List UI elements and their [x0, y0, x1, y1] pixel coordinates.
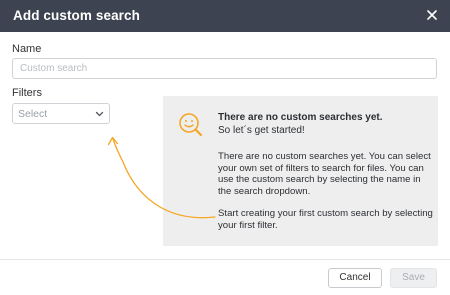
- smiley-magnifier-icon: [179, 113, 203, 137]
- cancel-button[interactable]: Cancel: [328, 268, 382, 288]
- filters-select[interactable]: Select: [12, 103, 110, 124]
- empty-state-paragraph-1: There are no custom searches yet. You ca…: [218, 151, 431, 197]
- filters-label: Filters: [12, 87, 42, 99]
- filters-select-value: Select: [18, 108, 48, 120]
- chevron-down-icon: [95, 111, 104, 117]
- dialog-header: Add custom search: [0, 0, 450, 32]
- close-icon[interactable]: [424, 7, 440, 23]
- add-custom-search-dialog: Add custom search Name Filters Select Th…: [0, 0, 450, 295]
- empty-state-subheading: So let´s get started!: [218, 125, 305, 136]
- name-label: Name: [12, 43, 42, 55]
- empty-state-paragraph-2: Start creating your first custom search …: [218, 208, 433, 231]
- empty-state-panel: There are no custom searches yet. So let…: [163, 96, 438, 246]
- dialog-title: Add custom search: [13, 8, 140, 23]
- name-input[interactable]: [12, 58, 437, 79]
- footer-divider: [0, 259, 450, 260]
- save-button[interactable]: Save: [390, 268, 437, 288]
- empty-state-heading: There are no custom searches yet.: [218, 112, 383, 123]
